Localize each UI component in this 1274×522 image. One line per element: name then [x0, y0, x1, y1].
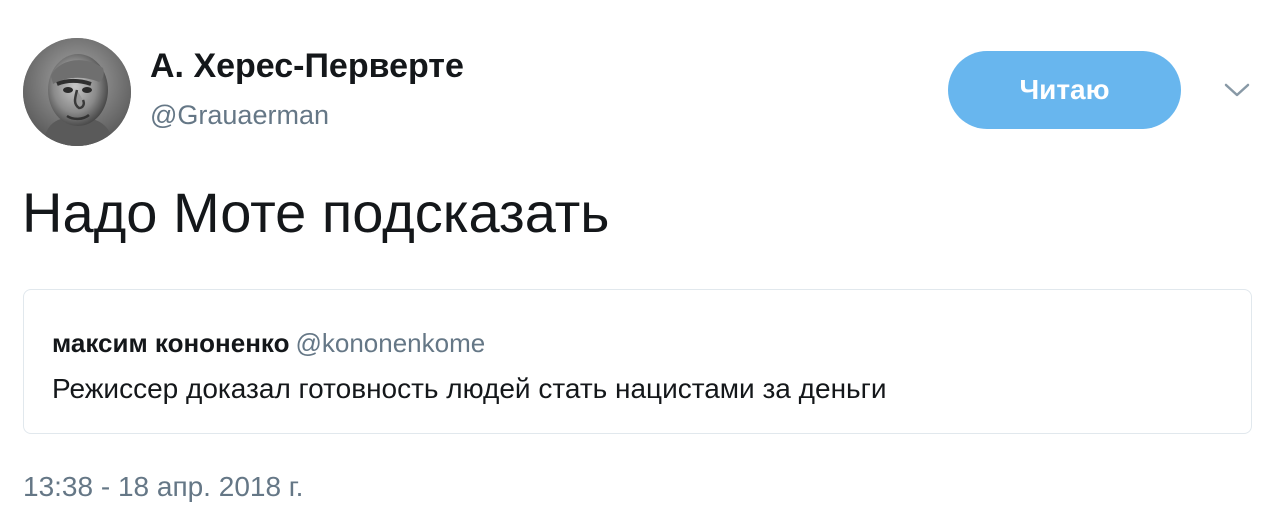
following-button[interactable]: Читаю — [948, 51, 1181, 129]
quoted-tweet-text: Режиссер доказал готовность людей стать … — [52, 373, 887, 404]
following-button-label: Читаю — [1019, 74, 1110, 105]
avatar[interactable] — [23, 38, 131, 146]
author-handle[interactable]: @Grauaerman — [150, 99, 329, 131]
quoted-tweet-card[interactable]: максим кононенко @kononenkome Режиссер до… — [23, 289, 1252, 434]
tweet-text: Надо Моте подсказать — [22, 181, 610, 244]
author-display-name[interactable]: А. Херес-Перверте — [150, 46, 464, 86]
quoted-author-handle: @kononenkome — [295, 328, 486, 358]
neanderthal-bust-avatar-image — [23, 38, 131, 146]
quoted-tweet-header: максим кононенко @kononenkome — [52, 328, 485, 358]
chevron-down-icon[interactable] — [1222, 78, 1252, 102]
quoted-author-name: максим кононенко — [52, 328, 290, 358]
tweet-timestamp[interactable]: 13:38 - 18 апр. 2018 г. — [23, 470, 303, 504]
